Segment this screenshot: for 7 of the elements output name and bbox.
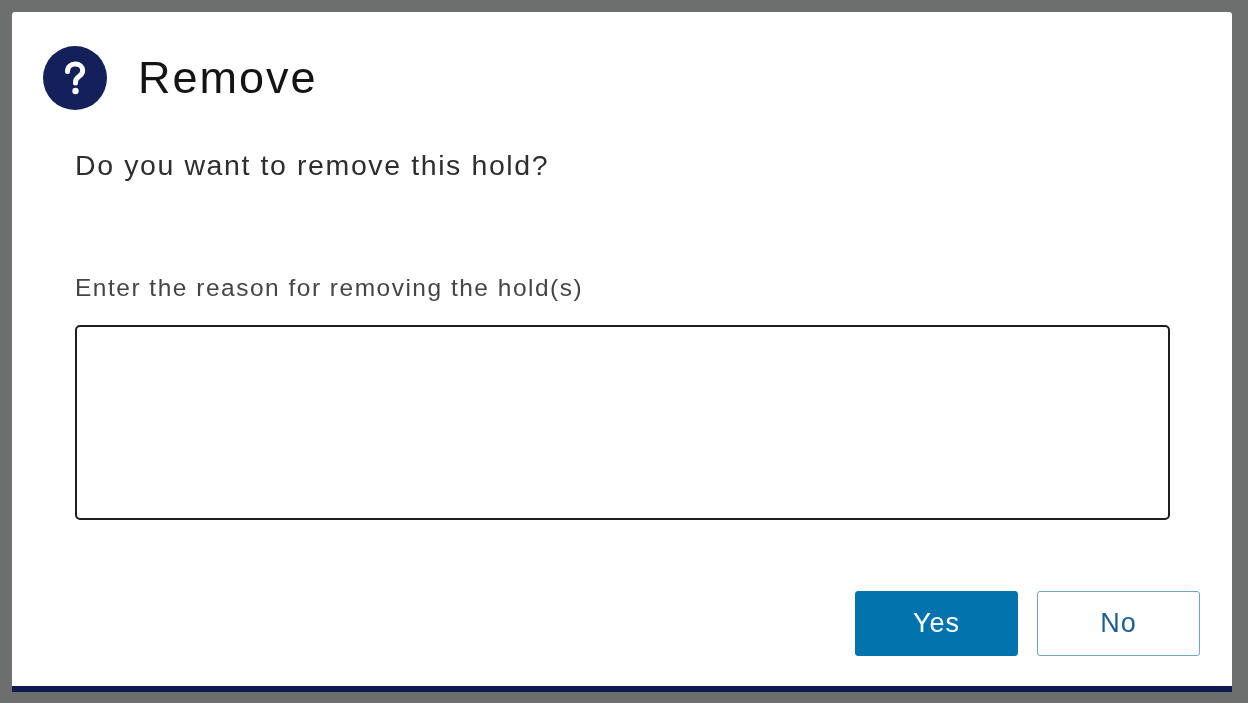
cancel-button[interactable]: No — [1037, 591, 1200, 656]
dialog-title: Remove — [138, 52, 318, 104]
confirmation-message: Do you want to remove this hold? — [75, 149, 550, 181]
question-icon — [43, 46, 107, 110]
reason-label: Enter the reason for removing the hold(s) — [75, 274, 584, 302]
confirm-button[interactable]: Yes — [855, 591, 1018, 656]
reason-field[interactable] — [75, 325, 1170, 520]
